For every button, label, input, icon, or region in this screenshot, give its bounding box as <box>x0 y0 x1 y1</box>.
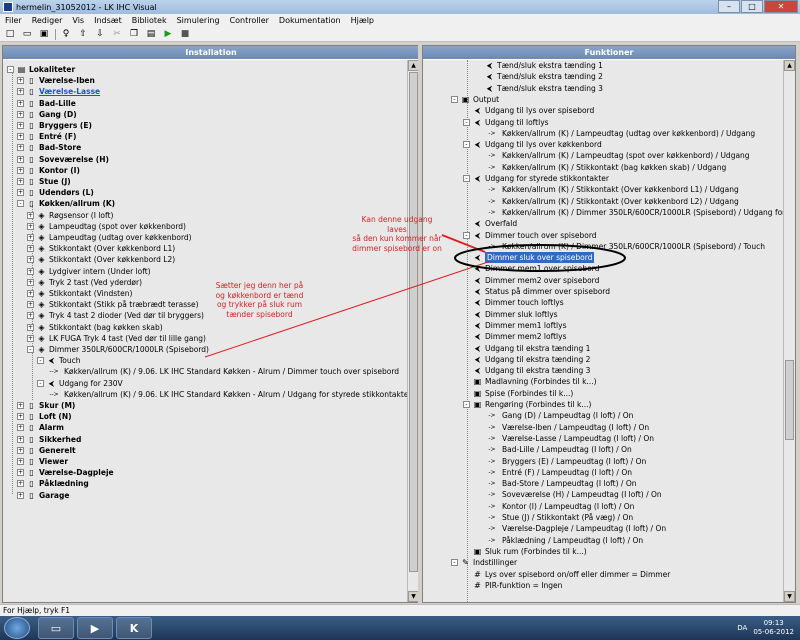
annotation-line-text: så den kun kommer når <box>352 234 442 243</box>
media-player-task-icon[interactable]: ▶ <box>77 617 113 639</box>
annotation-ellipse <box>454 244 626 272</box>
annotation-overlay <box>204 234 626 358</box>
start-button[interactable] <box>4 617 30 639</box>
annotation-line-text: og køkkenbord er tænd <box>215 290 304 300</box>
language-indicator[interactable]: DA <box>737 624 747 632</box>
clock[interactable]: 09:13 05-06-2012 <box>753 619 794 637</box>
clock-date: 05-06-2012 <box>753 628 794 636</box>
annotation-line-text: og trykker på sluk rum <box>216 300 303 309</box>
annotation-line-text: Sætter jeg denn her på <box>215 281 304 290</box>
lk-ihc-task-icon[interactable]: K <box>116 617 152 639</box>
annotation-line-text: dimmer spisebord er on <box>352 243 442 253</box>
annotation-note-2: Sætter jeg denn her på og køkkenbord er … <box>212 281 307 319</box>
clock-time: 09:13 <box>763 619 784 627</box>
annotation-note-1: Kan denne udgang laves så den kun kommer… <box>352 215 442 253</box>
system-tray: DA 09:13 05-06-2012 <box>737 616 794 640</box>
annotation-line-text: tænder spisebord <box>226 309 293 319</box>
explorer-task-icon[interactable]: ▭ <box>38 617 74 639</box>
taskbar: ▭ ▶ K DA 09:13 05-06-2012 <box>0 616 800 640</box>
annotation-line-text: Kan denne udgang laves <box>361 215 433 234</box>
status-bar: For Hjælp, tryk F1 <box>0 604 800 616</box>
